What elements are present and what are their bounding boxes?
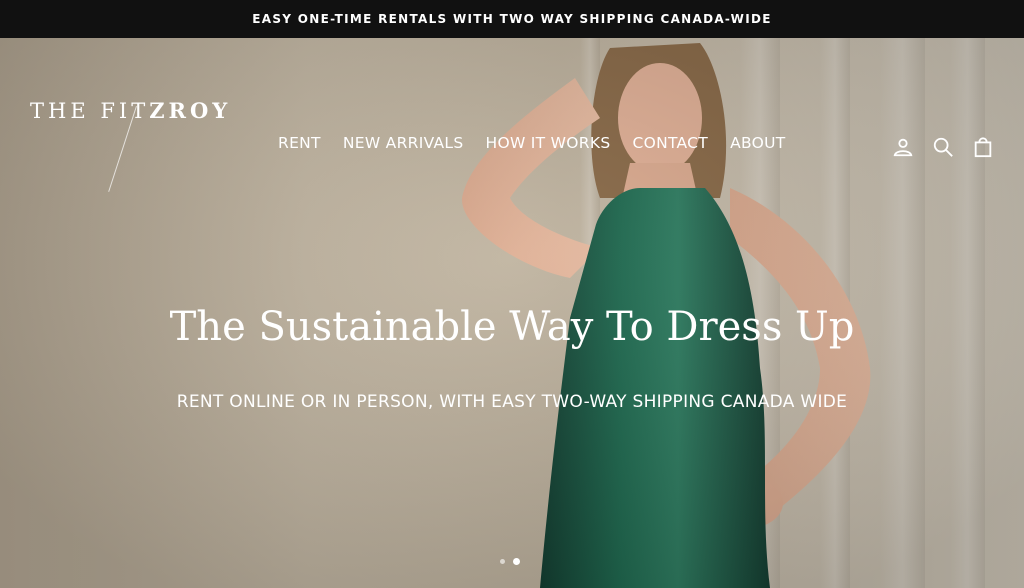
cart-icon[interactable] bbox=[972, 136, 994, 158]
nav-item-new-arrivals[interactable]: NEW ARRIVALS bbox=[343, 134, 464, 152]
announcement-bar: EASY ONE-TIME RENTALS WITH TWO WAY SHIPP… bbox=[0, 0, 1024, 38]
main-nav: RENT NEW ARRIVALS HOW IT WORKS CONTACT A… bbox=[278, 134, 786, 152]
hero-title: The Sustainable Way To Dress Up bbox=[169, 304, 855, 350]
header-icons bbox=[892, 136, 994, 158]
hero-banner: THE FIT ZROY RENT NEW ARRIVALS HOW IT WO… bbox=[0, 38, 1024, 588]
nav-item-about[interactable]: ABOUT bbox=[730, 134, 785, 152]
search-icon[interactable] bbox=[932, 136, 954, 158]
nav-item-how-it-works[interactable]: HOW IT WORKS bbox=[485, 134, 610, 152]
nav-item-rent[interactable]: RENT bbox=[278, 134, 321, 152]
slide-dot-1[interactable] bbox=[500, 559, 505, 564]
slide-dot-2[interactable] bbox=[513, 558, 520, 565]
hero-subtitle: RENT ONLINE OR IN PERSON, WITH EASY TWO-… bbox=[176, 392, 848, 412]
account-icon[interactable] bbox=[892, 136, 914, 158]
nav-item-contact[interactable]: CONTACT bbox=[632, 134, 708, 152]
announcement-text: EASY ONE-TIME RENTALS WITH TWO WAY SHIPP… bbox=[252, 12, 772, 26]
slide-pagination bbox=[500, 558, 520, 565]
logo-text-bold: ZROY bbox=[149, 98, 232, 123]
